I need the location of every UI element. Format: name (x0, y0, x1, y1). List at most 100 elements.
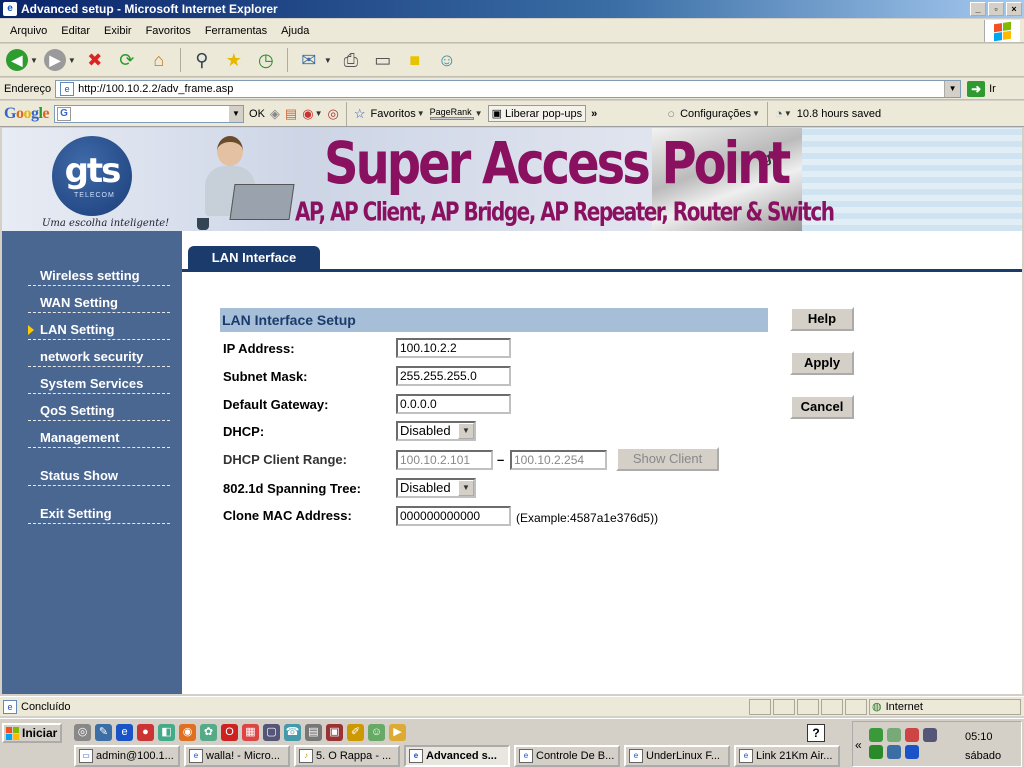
restore-button[interactable]: ▫ (988, 2, 1004, 16)
task-button[interactable]: ♪ 5. O Rappa - ... (294, 745, 400, 767)
ql-opera-icon[interactable]: O (221, 724, 238, 741)
google-g-icon[interactable]: G (57, 106, 72, 121)
menu-ajuda[interactable]: Ajuda (275, 25, 315, 37)
settings-dropdown-icon[interactable]: ▼ (752, 109, 760, 118)
menu-editar[interactable]: Editar (55, 25, 96, 37)
address-input[interactable]: e http://100.10.2.2/adv_frame.asp ▼ (55, 79, 962, 98)
timer-icon[interactable]: ◔ (775, 106, 783, 121)
sidebar-item-status[interactable]: Status Show (28, 468, 170, 486)
close-button[interactable]: × (1006, 2, 1022, 16)
ql-ie-icon[interactable]: e (116, 724, 133, 741)
discuss-icon[interactable]: ■ (402, 47, 428, 73)
ip-address-input[interactable] (396, 338, 511, 358)
tab-lan-interface[interactable]: LAN Interface (188, 246, 320, 270)
stop-icon[interactable]: ✖ (82, 47, 108, 73)
google-search-input[interactable]: G ▼ (54, 104, 245, 123)
menu-arquivo[interactable]: Arquivo (4, 25, 53, 37)
clone-mac-input[interactable] (396, 506, 511, 526)
spanning-tree-select[interactable]: Disabled ▼ (396, 478, 476, 498)
forward-dropdown-icon[interactable]: ▼ (68, 56, 76, 65)
sidebar-item-wan[interactable]: WAN Setting (28, 295, 170, 313)
task-button[interactable]: e Controle De B... (514, 745, 620, 767)
tray-alert-icon[interactable] (905, 728, 919, 742)
help-question-icon[interactable]: ? (807, 724, 825, 742)
back-dropdown-icon[interactable]: ▼ (30, 56, 38, 65)
sidebar-item-wireless[interactable]: Wireless setting (28, 268, 170, 286)
task-button-active[interactable]: e Advanced s... (404, 745, 510, 767)
history-icon[interactable]: ◷ (253, 47, 279, 73)
favorites-dropdown-icon[interactable]: ▼ (417, 109, 425, 118)
address-url[interactable]: http://100.10.2.2/adv_frame.asp (78, 83, 944, 95)
ql-player-icon[interactable]: ▶ (389, 724, 406, 741)
ql-firefox-icon[interactable]: ◉ (179, 724, 196, 741)
dhcp-select[interactable]: Disabled ▼ (396, 421, 476, 441)
sidebar-item-lan[interactable]: LAN Setting (28, 322, 170, 340)
google-search-dropdown-icon[interactable]: ▼ (229, 105, 244, 122)
sidebar-item-security[interactable]: network security (28, 349, 170, 367)
orkut-icon[interactable]: ◎ (327, 106, 338, 122)
google-ok-button[interactable]: OK (249, 108, 265, 120)
task-button[interactable]: ▭ admin@100.1... (74, 745, 180, 767)
start-button[interactable]: Iniciar (2, 723, 62, 743)
menu-favoritos[interactable]: Favoritos (140, 25, 197, 37)
sidebar-item-exit[interactable]: Exit Setting (28, 506, 170, 524)
favorites-icon[interactable]: ★ (221, 47, 247, 73)
nav-icon[interactable]: ◈ (270, 106, 280, 122)
ql-office-icon[interactable]: ▦ (242, 724, 259, 741)
ql-app-icon[interactable]: ● (137, 724, 154, 741)
dhcp-range-start-input[interactable] (396, 450, 493, 470)
news-icon[interactable]: ▤ (285, 106, 297, 122)
minimize-button[interactable]: _ (970, 2, 986, 16)
tray-pause-icon[interactable] (869, 745, 883, 759)
help-button[interactable]: Help (790, 307, 854, 331)
options-icon[interactable]: ◉ (302, 106, 313, 122)
ql-pen-icon[interactable]: ✐ (347, 724, 364, 741)
options-dropdown-icon[interactable]: ▼ (315, 109, 323, 118)
sidebar-item-qos[interactable]: QoS Setting (28, 403, 170, 421)
print-icon[interactable]: ⎙ (338, 47, 364, 73)
settings-radio-icon[interactable]: ○ (667, 106, 675, 121)
menu-exibir[interactable]: Exibir (98, 25, 138, 37)
pagerank-dropdown-icon[interactable]: ▼ (475, 109, 483, 118)
ql-notes-icon[interactable]: ▤ (305, 724, 322, 741)
favorites-star-icon[interactable]: ☆ (354, 106, 366, 122)
menu-ferramentas[interactable]: Ferramentas (199, 25, 273, 37)
tray-expand-icon[interactable]: « (855, 738, 862, 752)
dhcp-range-end-input[interactable] (510, 450, 607, 470)
google-favorites-menu[interactable]: Favoritos (370, 108, 415, 120)
popup-blocker-button[interactable]: ▣ Liberar pop-ups (487, 105, 587, 122)
mail-icon[interactable]: ✉ (296, 47, 322, 73)
mail-dropdown-icon[interactable]: ▼ (324, 56, 332, 65)
task-button[interactable]: e Link 21Km Air... (734, 745, 840, 767)
ql-explorer-icon[interactable]: ◧ (158, 724, 175, 741)
ql-media-icon[interactable]: ▣ (326, 724, 343, 741)
apply-button[interactable]: Apply (790, 351, 854, 375)
search-icon[interactable]: ⚲ (189, 47, 215, 73)
ql-desktop-icon[interactable]: ◎ (74, 724, 91, 741)
ql-msn-icon[interactable]: ☺ (368, 724, 385, 741)
stp-dropdown-icon[interactable]: ▼ (458, 480, 474, 496)
ql-network-icon[interactable]: ✿ (200, 724, 217, 741)
task-button[interactable]: e UnderLinux F... (624, 745, 730, 767)
tray-network-icon[interactable] (869, 728, 883, 742)
subnet-mask-input[interactable] (396, 366, 511, 386)
home-icon[interactable]: ⌂ (146, 47, 172, 73)
google-logo[interactable]: Google (4, 105, 49, 123)
sidebar-item-management[interactable]: Management (28, 430, 170, 448)
ql-window-icon[interactable]: ▢ (263, 724, 280, 741)
tray-clock[interactable]: 05:10 (965, 731, 993, 743)
sidebar-item-services[interactable]: System Services (28, 376, 170, 394)
more-chevron-icon[interactable]: » (591, 108, 597, 120)
tray-app-icon[interactable] (905, 745, 919, 759)
messenger-icon[interactable]: ☺ (434, 47, 460, 73)
go-button[interactable]: ➜ Ir (967, 80, 996, 97)
address-dropdown-icon[interactable]: ▼ (944, 80, 961, 97)
edit-icon[interactable]: ▭ (370, 47, 396, 73)
show-client-button[interactable]: Show Client (616, 447, 719, 471)
back-icon[interactable]: ◀ (6, 49, 28, 71)
tray-msn-icon[interactable] (887, 728, 901, 742)
ql-chat-icon[interactable]: ☎ (284, 724, 301, 741)
task-button[interactable]: e walla! - Micro... (184, 745, 290, 767)
tray-clock-icon[interactable] (923, 728, 937, 742)
ql-edit-icon[interactable]: ✎ (95, 724, 112, 741)
